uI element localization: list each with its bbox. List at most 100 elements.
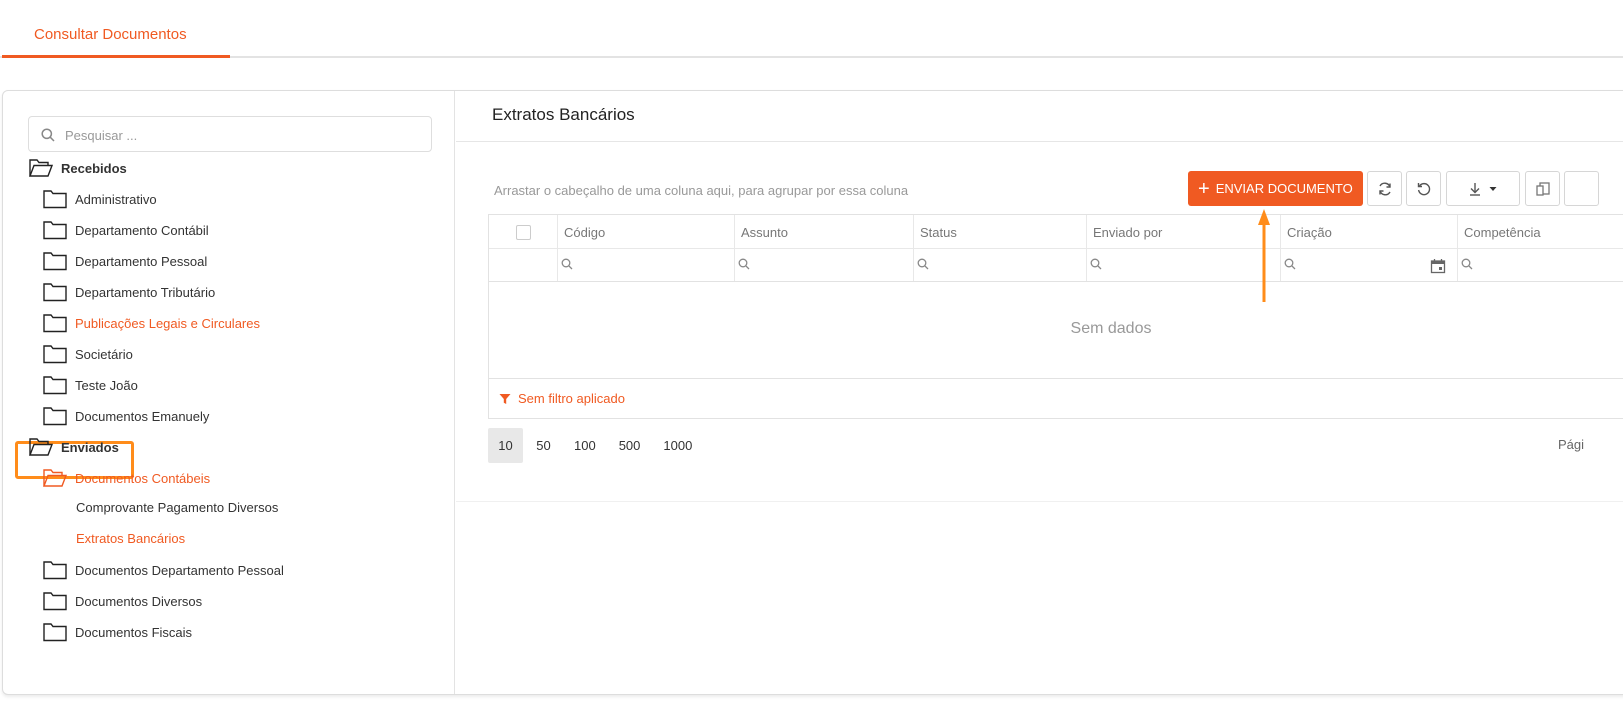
undo-icon: [1417, 182, 1430, 195]
tree-node-documentos-emanuely[interactable]: Documentos Emanuely: [43, 403, 209, 429]
page-size-option[interactable]: 500: [609, 428, 651, 463]
filter-cell-assunto[interactable]: [734, 249, 913, 281]
filter-cell-criacao[interactable]: [1280, 249, 1457, 281]
column-label: Assunto: [741, 225, 788, 240]
filter-cell-competencia[interactable]: [1457, 249, 1623, 281]
filter-icon: [499, 393, 511, 404]
refresh-icon: [1378, 182, 1391, 195]
divider: [456, 141, 1623, 142]
column-header-assunto[interactable]: Assunto: [734, 215, 913, 248]
annotation-arrow-icon: [1258, 209, 1270, 302]
tree-node-label: Documentos Departamento Pessoal: [75, 562, 284, 578]
page-size-option[interactable]: 50: [526, 428, 561, 463]
content-panel: Extratos Bancários Arrastar o cabeçalho …: [456, 91, 1623, 694]
tree-node-label: Administrativo: [75, 191, 157, 207]
page-size-option[interactable]: 1000: [653, 428, 702, 463]
download-icon: [1470, 182, 1480, 196]
folder-icon: [43, 314, 67, 333]
tree-node-documentos-departamento-pessoal[interactable]: Documentos Departamento Pessoal: [43, 557, 284, 583]
tree-node-enviados[interactable]: Enviados: [29, 434, 119, 460]
column-header-status[interactable]: Status: [913, 215, 1086, 248]
folder-icon: [43, 252, 67, 271]
reset-button[interactable]: [1406, 171, 1441, 206]
filter-cell-codigo[interactable]: [557, 249, 734, 281]
tree-node-publicacoes-legais[interactable]: Publicações Legais e Circulares: [43, 310, 260, 336]
folder-icon: [43, 623, 67, 642]
tree-node-label: Enviados: [61, 439, 119, 455]
plus-icon: +: [1198, 177, 1210, 200]
folder-open-icon: [29, 159, 53, 177]
export-dropdown-button[interactable]: [1446, 171, 1520, 206]
divider: [456, 501, 1623, 502]
page-size-selector: 10 50 100 500 1000: [488, 428, 705, 463]
more-options-button[interactable]: [1564, 171, 1599, 206]
filter-status-label: Sem filtro aplicado: [518, 391, 625, 406]
page-size-option[interactable]: 100: [564, 428, 606, 463]
search-icon: [1090, 258, 1102, 270]
documents-grid: Código Assunto Status Enviado por Criaçã…: [488, 214, 1623, 419]
folder-icon: [43, 561, 67, 580]
tree-node-documentos-diversos[interactable]: Documentos Diversos: [43, 588, 202, 614]
column-header-enviado-por[interactable]: Enviado por: [1086, 215, 1280, 248]
tree-node-label: Documentos Contábeis: [75, 470, 211, 486]
column-label: Competência: [1464, 225, 1541, 240]
tree-node-teste-joao[interactable]: Teste João: [43, 372, 138, 398]
tree-node-documentos-fiscais[interactable]: Documentos Fiscais: [43, 619, 192, 645]
folder-icon: [43, 376, 67, 395]
search-icon: [41, 128, 55, 142]
select-all-checkbox[interactable]: [516, 225, 531, 240]
tree-node-label: Extratos Bancários: [76, 530, 186, 546]
grid-filter-panel: Sem filtro aplicado: [489, 378, 1623, 418]
tab-consultar-documentos[interactable]: Consultar Documentos: [2, 0, 230, 58]
search-icon: [1461, 258, 1473, 270]
column-header-competencia[interactable]: Competência: [1457, 215, 1623, 248]
tree-node-label: Documentos Fiscais: [75, 624, 193, 640]
tree-node-departamento-contabil[interactable]: Departamento Contábil: [43, 217, 209, 243]
folder-icon: [43, 407, 67, 426]
group-panel-hint: Arrastar o cabeçalho de uma coluna aqui,…: [494, 183, 909, 198]
folder-icon: [43, 283, 67, 302]
tree-node-label: Departamento Pessoal: [75, 253, 208, 269]
tree-node-label: Documentos Diversos: [75, 593, 203, 609]
tree-node-label: Societário: [75, 346, 133, 362]
column-header-criacao[interactable]: Criação: [1280, 215, 1457, 248]
tree-node-label: Recebidos: [61, 160, 127, 176]
tree-node-extratos-bancarios[interactable]: Extratos Bancários: [76, 525, 185, 551]
tree-node-recebidos[interactable]: Recebidos: [29, 155, 127, 181]
tree-node-societario[interactable]: Societário: [43, 341, 133, 367]
tree-node-comprovante-pagamento[interactable]: Comprovante Pagamento Diversos: [76, 494, 278, 520]
column-label: Código: [564, 225, 606, 240]
search-icon: [1284, 258, 1296, 270]
tree-node-documentos-contabeis[interactable]: Documentos Contábeis: [43, 465, 210, 491]
folder-tree-panel: Recebidos Administrativo Departamento Co…: [3, 91, 455, 694]
tree-node-label: Departamento Tributário: [75, 284, 216, 300]
tree-node-departamento-tributario[interactable]: Departamento Tributário: [43, 279, 215, 305]
tab-bar: Consultar Documentos: [0, 0, 1623, 58]
search-icon: [561, 258, 573, 270]
search-icon: [738, 258, 750, 270]
column-header-codigo[interactable]: Código: [557, 215, 734, 248]
tree-node-departamento-pessoal[interactable]: Departamento Pessoal: [43, 248, 207, 274]
folder-icon: [43, 190, 67, 209]
grid-filter-row: [489, 249, 1623, 282]
tree-node-administrativo[interactable]: Administrativo: [43, 186, 157, 212]
filter-cell-enviado-por[interactable]: [1086, 249, 1280, 281]
tree-node-label: Teste João: [75, 377, 138, 393]
send-document-button[interactable]: + ENVIAR DOCUMENTO: [1188, 171, 1363, 206]
filter-status[interactable]: Sem filtro aplicado: [499, 391, 625, 406]
tree-search-input[interactable]: [65, 123, 415, 147]
tree-search[interactable]: [28, 116, 432, 152]
page-size-option[interactable]: 10: [488, 428, 523, 463]
calendar-icon[interactable]: [1430, 258, 1446, 274]
column-label: Status: [920, 225, 957, 240]
column-chooser-button[interactable]: [1525, 171, 1560, 206]
no-data-message: Sem dados: [1070, 320, 1152, 337]
page-info: Pági: [1558, 437, 1585, 452]
folder-open-icon: [43, 469, 67, 487]
refresh-button[interactable]: [1367, 171, 1402, 206]
chevron-down-icon: [1489, 186, 1497, 191]
folder-icon: [43, 221, 67, 240]
filter-cell-status[interactable]: [913, 249, 1086, 281]
folder-open-icon: [29, 438, 53, 456]
column-label: Criação: [1287, 225, 1332, 240]
